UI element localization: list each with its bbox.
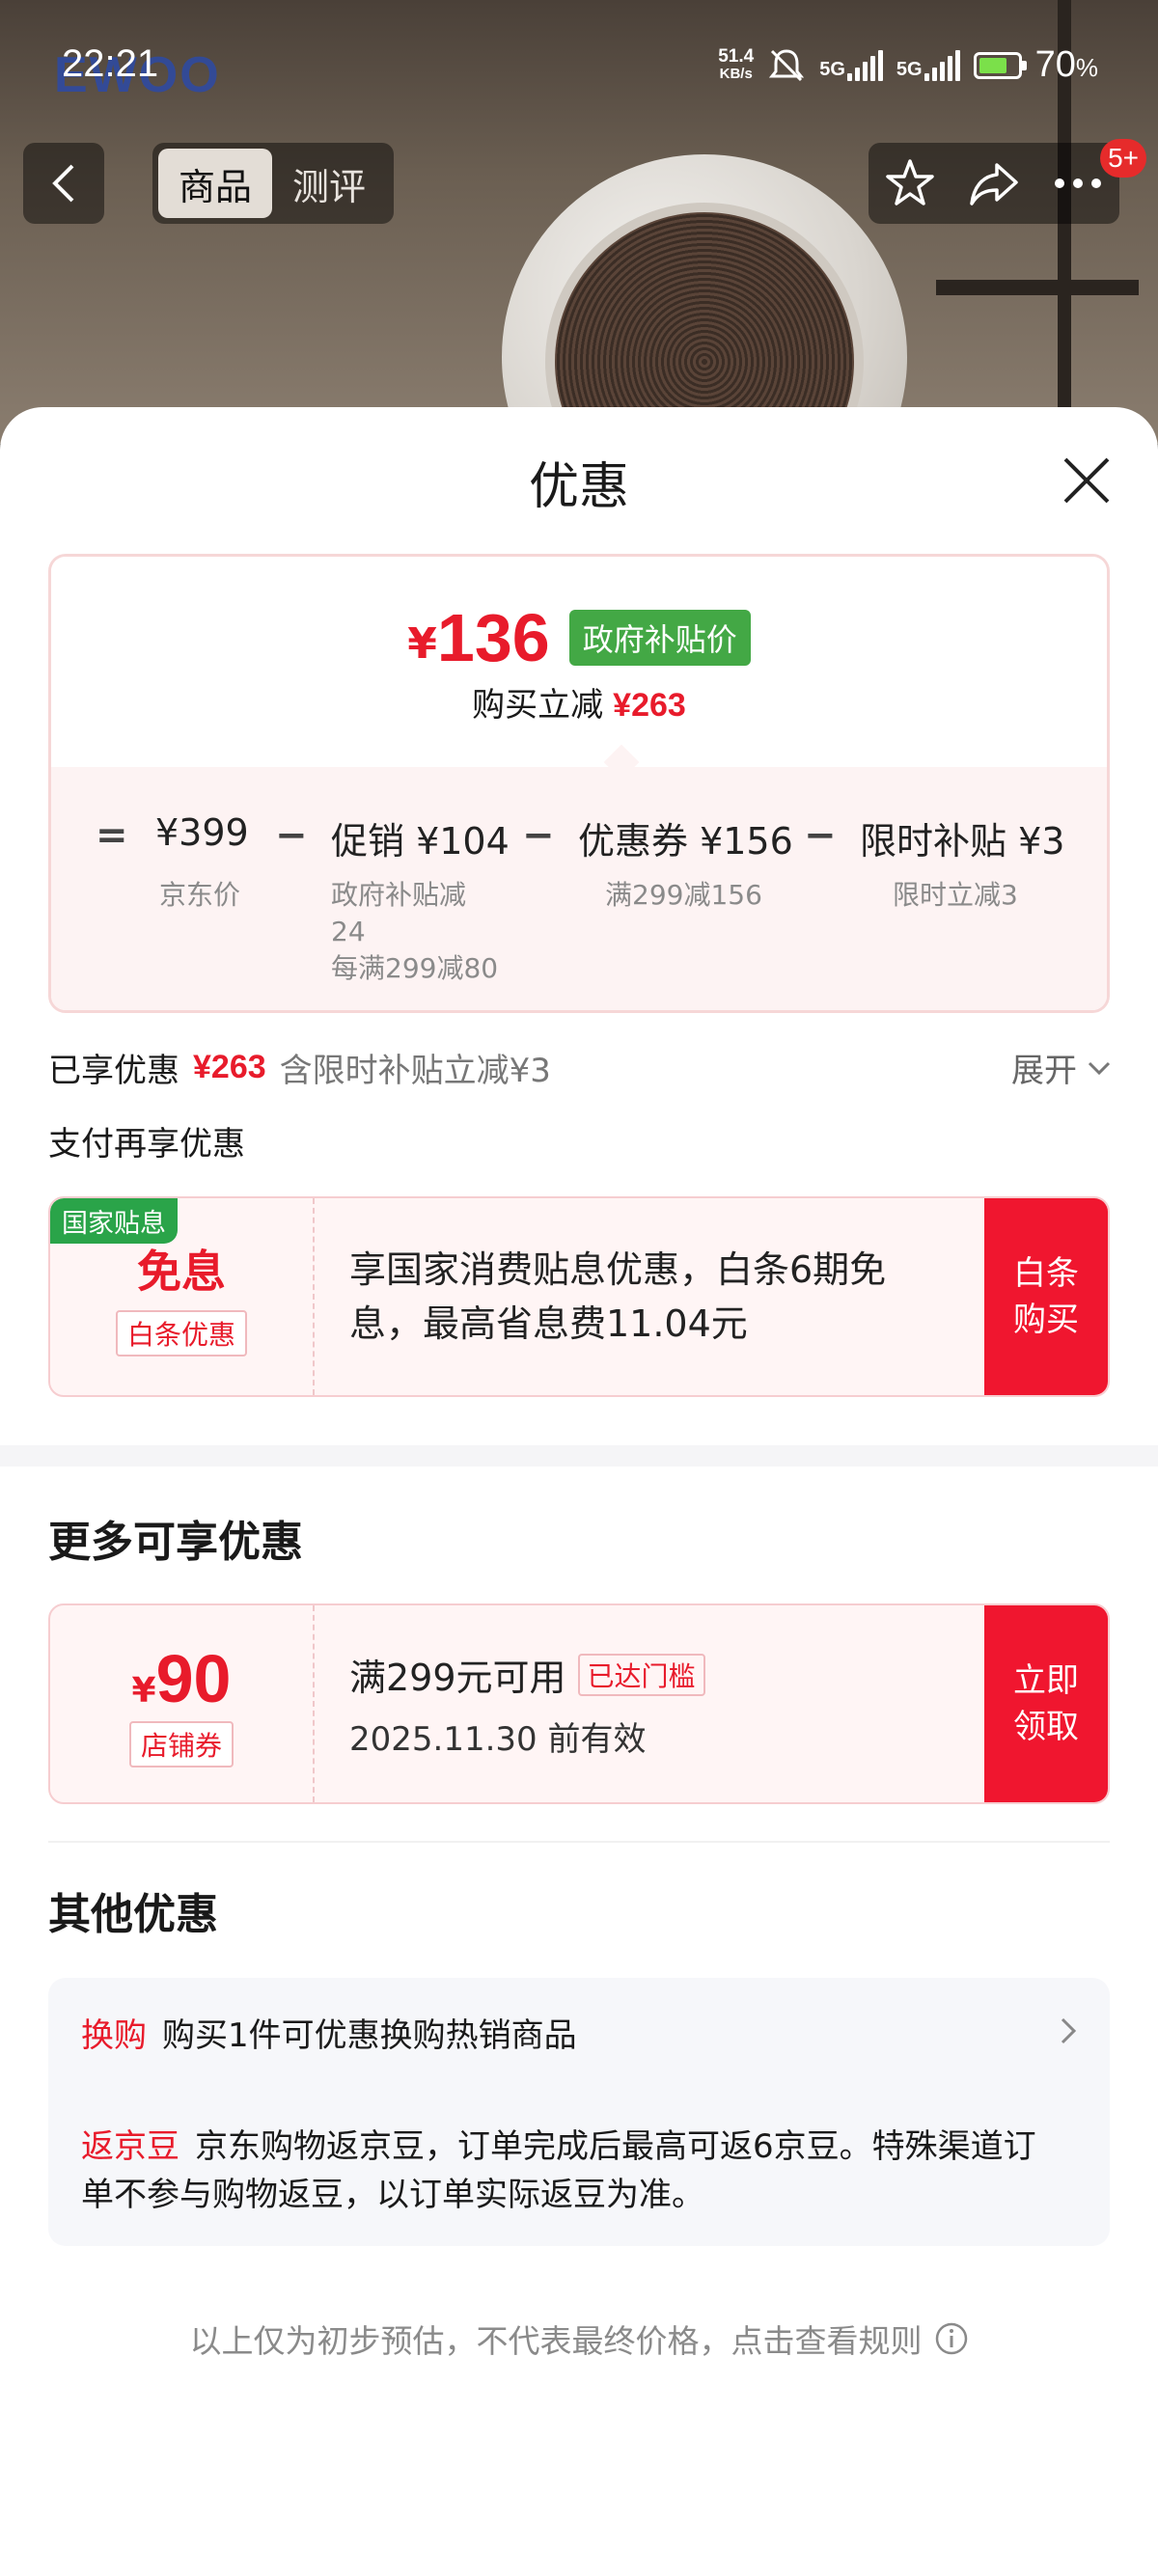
baitiao-card-body: 享国家消费贴息优惠，白条6期免息，最高省息费11.04元 bbox=[349, 1198, 1025, 1395]
jingdou-row: 返京豆 京东购物返京豆，订单完成后最高可返6京豆。特殊渠道订单不参与购物返豆，以订… bbox=[81, 2123, 1065, 2219]
coupon-card-left: ¥ 90 店铺券 bbox=[50, 1605, 315, 1802]
minus-sign: − bbox=[804, 813, 837, 858]
signal-1-bars-icon bbox=[846, 49, 883, 81]
battery-unit: % bbox=[1075, 53, 1098, 82]
net-speed-unit: KB/s bbox=[719, 65, 753, 82]
enjoyed-label: 已享优惠 bbox=[48, 1052, 179, 1090]
message-count-badge: 5+ bbox=[1100, 139, 1146, 178]
baitiao-card: 免息 白条优惠 国家贴息 享国家消费贴息优惠，白条6期免息，最高省息费11.04… bbox=[48, 1196, 1110, 1397]
coupon-amount: ¥ 90 bbox=[132, 1640, 232, 1717]
battery-percent: 70% bbox=[1035, 44, 1098, 86]
jingdou-text: 京东购物返京豆，订单完成后最高可返6京豆。特殊渠道订单不参与购物返豆，以订单实际… bbox=[81, 2127, 1036, 2214]
chevron-right-icon[interactable] bbox=[1060, 2016, 1077, 2045]
jd-price-value: ¥399 bbox=[155, 811, 249, 854]
threshold-reached-tag: 已达门槛 bbox=[577, 1653, 705, 1696]
final-price: ¥ 136 政府补贴价 bbox=[51, 599, 1107, 676]
signal-2: 5G bbox=[896, 49, 960, 81]
price-breakdown-card: ¥ 136 政府补贴价 购买立减 ¥263 = ¥399 京东价 − 促销 ¥10… bbox=[48, 554, 1110, 1013]
baitiao-tag: 白条优惠 bbox=[115, 1310, 247, 1357]
sheet-title: 优惠 bbox=[528, 458, 629, 516]
window-frame-horizontal bbox=[936, 280, 1139, 295]
flash-subsidy-value: 限时补贴 ¥3 bbox=[860, 820, 1065, 863]
enjoyed-note: 含限时补贴立减¥3 bbox=[279, 1052, 551, 1090]
coupon-condition-row: 满299元可用 已达门槛 bbox=[349, 1648, 1025, 1701]
coupon-value: 优惠券 ¥156 bbox=[578, 820, 793, 863]
status-time: 22:21 bbox=[62, 42, 159, 85]
trade-in-text: 购买1件可优惠换购热销商品 bbox=[162, 2016, 577, 2055]
promo-sub-1: 政府补贴减24 bbox=[331, 879, 467, 947]
back-button[interactable] bbox=[23, 143, 104, 224]
status-icons: 51.4 KB/s 5G 5G 70% bbox=[718, 44, 1098, 86]
chevron-down-icon bbox=[1088, 1061, 1111, 1075]
baitiao-buy-button[interactable]: 白条购买 bbox=[984, 1198, 1108, 1395]
more-discounts-title: 更多可享优惠 bbox=[48, 1518, 303, 1567]
trade-in-row[interactable]: 换购 购买1件可优惠换购热销商品 bbox=[81, 2009, 577, 2056]
interest-free-label: 免息 bbox=[137, 1246, 226, 1298]
claim-coupon-label: 立即领取 bbox=[1013, 1661, 1079, 1746]
jd-price-label: 京东价 bbox=[159, 879, 241, 911]
coupon-currency: ¥ bbox=[131, 1671, 156, 1711]
flash-subsidy-sub: 限时立减3 bbox=[893, 879, 1018, 911]
jingdou-label: 返京豆 bbox=[81, 2127, 179, 2166]
baitiao-description: 享国家消费贴息优惠，白条6期免息，最高省息费11.04元 bbox=[349, 1248, 887, 1345]
net-speed-value: 51.4 bbox=[718, 45, 755, 67]
price-amount: 136 bbox=[436, 600, 550, 675]
signal-1-label: 5G bbox=[819, 58, 845, 80]
coupon-amount-value: 90 bbox=[155, 1641, 232, 1716]
expand-button[interactable]: 展开 bbox=[1011, 1044, 1112, 1091]
status-bar: 22:21 51.4 KB/s 5G 5G 70% bbox=[0, 0, 1158, 125]
promo-sub-2: 每满299减80 bbox=[331, 952, 499, 984]
baitiao-buy-label: 白条购买 bbox=[1013, 1254, 1079, 1339]
price-summary: ¥ 136 政府补贴价 购买立减 ¥263 bbox=[51, 557, 1107, 767]
currency-symbol: ¥ bbox=[407, 618, 437, 669]
close-icon[interactable] bbox=[1058, 452, 1116, 509]
signal-2-label: 5G bbox=[896, 58, 923, 80]
pay-more-title: 支付再享优惠 bbox=[48, 1125, 245, 1164]
signal-2-bars-icon bbox=[924, 49, 960, 81]
store-coupon-card: ¥ 90 店铺券 满299元可用 已达门槛 2025.11.30 前有效 立即领… bbox=[48, 1603, 1110, 1804]
more-dots-icon[interactable] bbox=[1052, 174, 1104, 193]
minus-sign: − bbox=[522, 813, 555, 858]
tab-product[interactable]: 商品 bbox=[158, 149, 272, 218]
equals-sign: = bbox=[96, 813, 128, 858]
other-discounts-title: 其他优惠 bbox=[48, 1890, 218, 1939]
coupon-condition: 满299元可用 bbox=[349, 1657, 566, 1699]
tab-review[interactable]: 测评 bbox=[272, 149, 386, 218]
trade-in-label: 换购 bbox=[81, 2016, 147, 2055]
battery-value: 70 bbox=[1034, 44, 1076, 85]
reduction-value: ¥263 bbox=[613, 687, 686, 724]
subsidy-price-tag: 政府补贴价 bbox=[568, 610, 751, 666]
promo-value: 促销 ¥104 bbox=[331, 820, 510, 863]
coupon-sub: 满299减156 bbox=[605, 879, 762, 911]
price-formula: = ¥399 京东价 − 促销 ¥104 政府补贴减24 每满299减80 − … bbox=[51, 798, 1107, 1010]
star-favorite-icon[interactable] bbox=[884, 157, 936, 209]
enjoyed-discount-row: 已享优惠 ¥263 含限时补贴立减¥3 bbox=[48, 1044, 551, 1091]
expand-label: 展开 bbox=[1011, 1052, 1077, 1090]
signal-1: 5G bbox=[819, 49, 883, 81]
enjoyed-value: ¥263 bbox=[193, 1049, 266, 1085]
chevron-left-icon bbox=[52, 164, 74, 203]
product-tabs: 商品 测评 bbox=[152, 143, 394, 224]
share-icon[interactable] bbox=[968, 157, 1020, 209]
section-divider bbox=[0, 1445, 1158, 1466]
coupon-card-body: 满299元可用 已达门槛 2025.11.30 前有效 bbox=[349, 1605, 1025, 1802]
mute-bell-icon bbox=[769, 48, 805, 81]
rules-footnote[interactable]: 以上仅为初步预估，不代表最终价格，点击查看规则 bbox=[0, 2316, 1158, 2362]
total-reduction: 购买立减 ¥263 bbox=[51, 678, 1107, 726]
national-subsidy-tag: 国家贴息 bbox=[50, 1198, 178, 1244]
minus-sign: − bbox=[275, 813, 308, 858]
product-nav-bar: 商品 测评 5+ bbox=[0, 139, 1158, 224]
claim-coupon-button[interactable]: 立即领取 bbox=[984, 1605, 1108, 1802]
footnote-text: 以上仅为初步预估，不代表最终价格，点击查看规则 bbox=[189, 2322, 923, 2360]
net-speed: 51.4 KB/s bbox=[718, 45, 755, 83]
divider-line bbox=[48, 1841, 1110, 1843]
info-icon bbox=[935, 2322, 967, 2355]
nav-actions bbox=[868, 143, 1119, 224]
battery-icon bbox=[973, 51, 1027, 79]
coupon-expiry: 2025.11.30 前有效 bbox=[349, 1720, 647, 1759]
discount-sheet: 优惠 ¥ 136 政府补贴价 购买立减 ¥263 = ¥399 京东价 − 促销 … bbox=[0, 407, 1158, 2576]
reduction-label: 购买立减 bbox=[472, 686, 604, 725]
other-discounts-box: 换购 购买1件可优惠换购热销商品 返京豆 京东购物返京豆，订单完成后最高可返6京豆… bbox=[48, 1978, 1110, 2246]
store-coupon-tag: 店铺券 bbox=[128, 1721, 234, 1768]
